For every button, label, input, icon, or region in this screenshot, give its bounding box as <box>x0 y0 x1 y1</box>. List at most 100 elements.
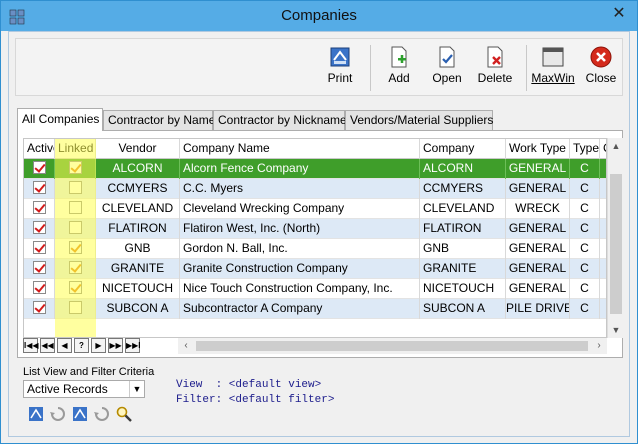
active-checkbox-cell[interactable] <box>24 219 55 239</box>
c-cell <box>600 299 606 319</box>
active-checkbox-cell[interactable] <box>24 179 55 199</box>
linked-checkbox[interactable] <box>68 161 82 175</box>
scroll-down-icon[interactable]: ▼ <box>608 322 624 338</box>
linked-checkbox[interactable] <box>68 261 82 275</box>
nav-next-button[interactable]: ▶ <box>91 338 106 353</box>
print-button[interactable]: Print <box>317 43 363 93</box>
table-row[interactable]: CCMYERS C.C. Myers CCMYERS GENERAL C <box>24 179 606 199</box>
work-type-cell: PILE DRIVE <box>506 299 570 319</box>
companies-grid[interactable]: Active Linked Vendor Company Name Compan… <box>23 138 607 338</box>
tab-contractor-by-nickname[interactable]: Contractor by Nickname <box>213 110 347 130</box>
nav-prev-page-button[interactable]: ◀◀ <box>40 338 55 353</box>
linked-checkbox[interactable] <box>68 201 82 215</box>
refresh-filter-icon[interactable] <box>94 406 110 422</box>
active-checkbox-cell[interactable] <box>24 199 55 219</box>
record-navigator: I◀◀ ◀◀ ◀ ? ▶ ▶▶ ▶▶I <box>23 338 173 354</box>
view-settings-icon[interactable] <box>28 406 44 422</box>
company-name-cell: Nice Touch Construction Company, Inc. <box>180 279 420 299</box>
linked-checkbox[interactable] <box>68 241 82 255</box>
company-cell: GRANITE <box>420 259 506 279</box>
table-row[interactable]: SUBCON A Subcontractor A Company SUBCON AP… <box>24 299 606 319</box>
table-row[interactable]: NICETOUCH Nice Touch Construction Company… <box>24 279 606 299</box>
active-checkbox[interactable] <box>32 201 46 215</box>
filter-settings-icon[interactable] <box>72 406 88 422</box>
add-button[interactable]: Add <box>376 43 422 93</box>
active-checkbox[interactable] <box>32 281 46 295</box>
active-checkbox[interactable] <box>32 161 46 175</box>
vertical-scroll-thumb[interactable] <box>610 174 622 314</box>
c-cell <box>600 259 606 279</box>
table-row[interactable]: GRANITE Granite Construction Company GRANI… <box>24 259 606 279</box>
linked-checkbox-cell[interactable] <box>55 179 96 199</box>
type-cell: C <box>570 199 600 219</box>
active-checkbox-cell[interactable] <box>24 259 55 279</box>
horizontal-scrollbar[interactable]: ‹ › <box>178 338 607 354</box>
active-checkbox[interactable] <box>32 301 46 315</box>
work-type-cell: GENERAL <box>506 239 570 259</box>
delete-button[interactable]: Delete <box>472 43 518 93</box>
company-cell: ALCORN <box>420 159 506 179</box>
linked-checkbox-cell[interactable] <box>55 199 96 219</box>
active-checkbox[interactable] <box>32 221 46 235</box>
linked-checkbox-cell[interactable] <box>55 219 96 239</box>
nav-prev-button[interactable]: ◀ <box>57 338 72 353</box>
nav-next-page-button[interactable]: ▶▶ <box>108 338 123 353</box>
company-name-cell: Subcontractor A Company <box>180 299 420 319</box>
nav-last-button[interactable]: ▶▶I <box>125 338 141 353</box>
active-checkbox-cell[interactable] <box>24 239 55 259</box>
active-checkbox-cell[interactable] <box>24 299 55 319</box>
active-checkbox-cell[interactable] <box>24 279 55 299</box>
table-row[interactable]: FLATIRON Flatiron West, Inc. (North) FLATI… <box>24 219 606 239</box>
scroll-left-icon[interactable]: ‹ <box>178 338 194 354</box>
linked-checkbox-cell[interactable] <box>55 259 96 279</box>
vendor-cell: CCMYERS <box>96 179 180 199</box>
horizontal-scroll-thumb[interactable] <box>196 341 588 351</box>
company-name-cell: Granite Construction Company <box>180 259 420 279</box>
column-header-company-name[interactable]: Company Name <box>180 139 420 159</box>
refresh-view-icon[interactable] <box>50 406 66 422</box>
column-header-linked[interactable]: Linked <box>55 139 96 159</box>
tab-contractor-by-name[interactable]: Contractor by Name <box>103 110 215 130</box>
company-name-cell: Flatiron West, Inc. (North) <box>180 219 420 239</box>
filter-line: Filter: <default filter> <box>176 394 335 406</box>
column-header-type[interactable]: Type <box>570 139 600 159</box>
open-button[interactable]: Open <box>424 43 470 93</box>
active-checkbox[interactable] <box>32 261 46 275</box>
table-row[interactable]: GNB Gordon N. Ball, Inc. GNB GENERAL C <box>24 239 606 259</box>
linked-checkbox[interactable] <box>68 301 82 315</box>
active-checkbox[interactable] <box>32 181 46 195</box>
vertical-scrollbar[interactable]: ▲ ▼ <box>607 138 623 338</box>
table-row[interactable]: ALCORN Alcorn Fence Company ALCORN GENERAL C <box>24 159 606 179</box>
scroll-right-icon[interactable]: › <box>591 338 607 354</box>
column-header-active[interactable]: Active <box>24 139 55 159</box>
column-header-company[interactable]: Company <box>420 139 506 159</box>
linked-checkbox[interactable] <box>68 281 82 295</box>
linked-checkbox[interactable] <box>68 181 82 195</box>
nav-first-button[interactable]: I◀◀ <box>23 338 39 353</box>
tab-vendors-material-suppliers[interactable]: Vendors/Material Suppliers <box>345 110 493 130</box>
linked-checkbox-cell[interactable] <box>55 239 96 259</box>
records-filter-select[interactable]: Active Records ▼ <box>23 380 145 398</box>
linked-checkbox-cell[interactable] <box>55 299 96 319</box>
filter-area: List View and Filter Criteria Active Rec… <box>23 366 443 426</box>
window-close-icon[interactable]: ✕ <box>611 6 627 22</box>
scroll-up-icon[interactable]: ▲ <box>608 138 624 154</box>
close-button[interactable]: Close <box>578 43 624 93</box>
linked-checkbox-cell[interactable] <box>55 279 96 299</box>
maxwin-button[interactable]: MaxWin <box>530 43 576 93</box>
column-header-work-type[interactable]: Work Type <box>506 139 570 159</box>
tab-all-companies[interactable]: All Companies <box>17 108 103 131</box>
search-icon[interactable] <box>116 406 132 422</box>
column-header-c[interactable]: C <box>600 139 606 159</box>
linked-checkbox-cell[interactable] <box>55 159 96 179</box>
nav-help-button[interactable]: ? <box>74 338 89 353</box>
c-cell <box>600 239 606 259</box>
active-checkbox[interactable] <box>32 241 46 255</box>
title-bar[interactable]: Companies ✕ <box>1 1 637 31</box>
chevron-down-icon[interactable]: ▼ <box>129 381 144 397</box>
column-header-vendor[interactable]: Vendor <box>96 139 180 159</box>
active-checkbox-cell[interactable] <box>24 159 55 179</box>
table-row[interactable]: CLEVELAND Cleveland Wrecking Company CLEVE… <box>24 199 606 219</box>
type-cell: C <box>570 159 600 179</box>
linked-checkbox[interactable] <box>68 221 82 235</box>
